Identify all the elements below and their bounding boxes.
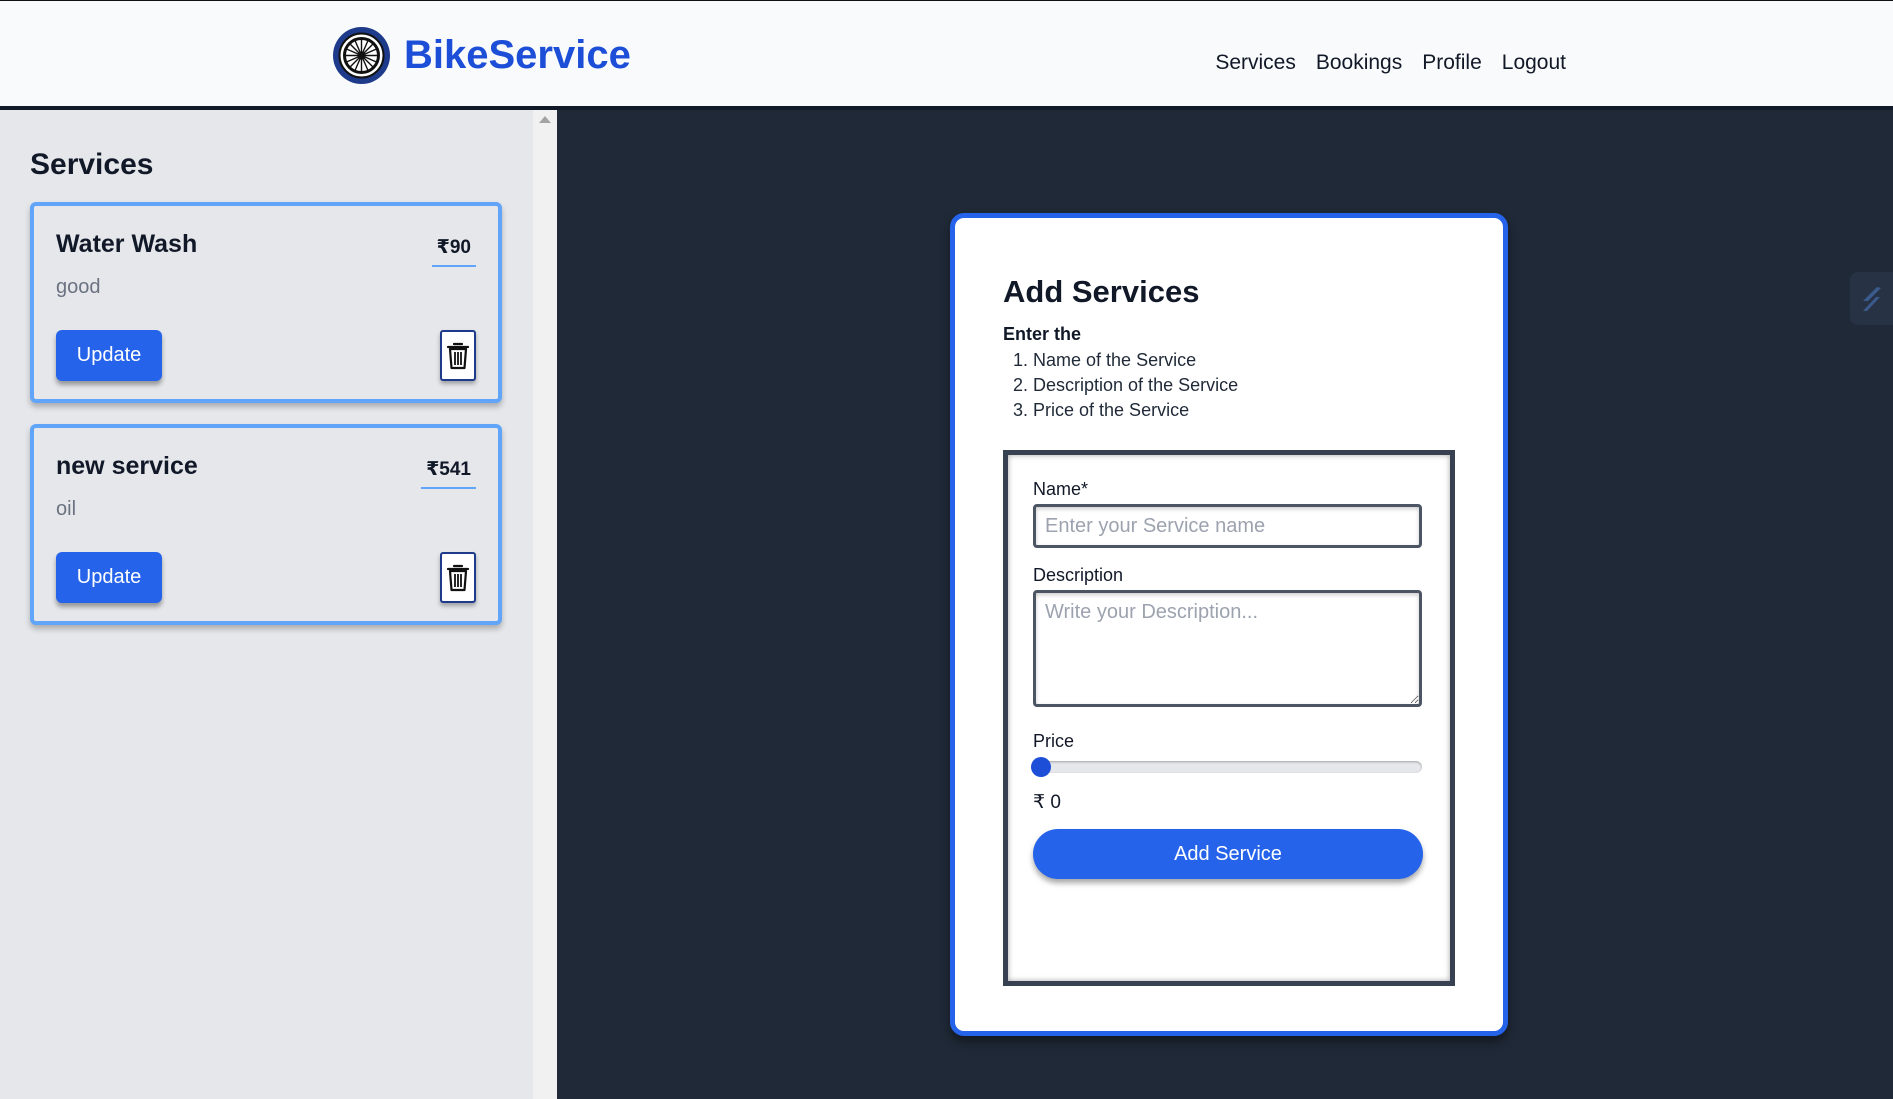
price-display: ₹ 0 [1033,792,1061,813]
service-name: Water Wash [56,230,198,258]
trash-icon [446,564,470,591]
service-card: Water Wash ₹90 good Update [30,202,502,403]
add-service-card: Add Services Enter the 1. Name of the Se… [950,213,1508,1036]
service-form: Name* Description Price ₹ 0 Add Service [1003,450,1455,986]
trash-icon [446,342,470,369]
description-label: Description [1033,565,1124,585]
list-item: 2. Description of the Service [1013,375,1239,395]
top-navbar: BikeService Services Bookings Profile Lo… [0,0,1893,110]
service-name-input[interactable] [1033,504,1422,548]
price-slider[interactable] [1031,757,1422,777]
update-button[interactable]: Update [56,330,162,381]
list-item: 3. Price of the Service [1013,400,1190,420]
delete-button[interactable] [440,552,476,603]
name-label: Name* [1033,479,1089,499]
delete-button[interactable] [440,330,476,381]
nav-bookings[interactable]: Bookings [1316,51,1402,75]
list-item: 1. Name of the Service [1013,350,1197,370]
triangle-up-icon[interactable] [539,116,551,123]
update-button[interactable]: Update [56,552,162,603]
service-price: ₹90 [431,236,476,267]
extension-widget[interactable] [1850,272,1893,325]
instructions-heading: Enter the [1003,324,1082,344]
services-sidebar: Services Water Wash ₹90 good Update new … [0,110,533,1099]
add-service-button[interactable]: Add Service [1033,829,1423,879]
price-label: Price [1033,731,1075,751]
sidebar-title: Services [30,148,154,181]
service-description: oil [56,498,77,520]
brand[interactable]: BikeService [333,27,631,84]
instructions-list: 1. Name of the Service 2. Description of… [1003,348,1238,423]
form-title: Add Services [1003,274,1200,309]
service-description: good [56,276,101,298]
main-nav: Services Bookings Profile Logout [1215,51,1566,75]
sidebar-scrollbar[interactable] [533,110,557,1099]
nav-profile[interactable]: Profile [1422,51,1482,75]
nav-services[interactable]: Services [1215,51,1296,75]
wheel-icon [333,27,390,84]
service-name: new service [56,452,198,480]
service-price: ₹541 [421,458,476,489]
description-textarea[interactable] [1033,590,1422,707]
service-card: new service ₹541 oil Update [30,424,502,625]
slash-logo-icon [1862,286,1881,311]
nav-logout[interactable]: Logout [1502,51,1566,75]
slider-thumb[interactable] [1031,757,1051,777]
brand-name: BikeService [404,33,631,77]
